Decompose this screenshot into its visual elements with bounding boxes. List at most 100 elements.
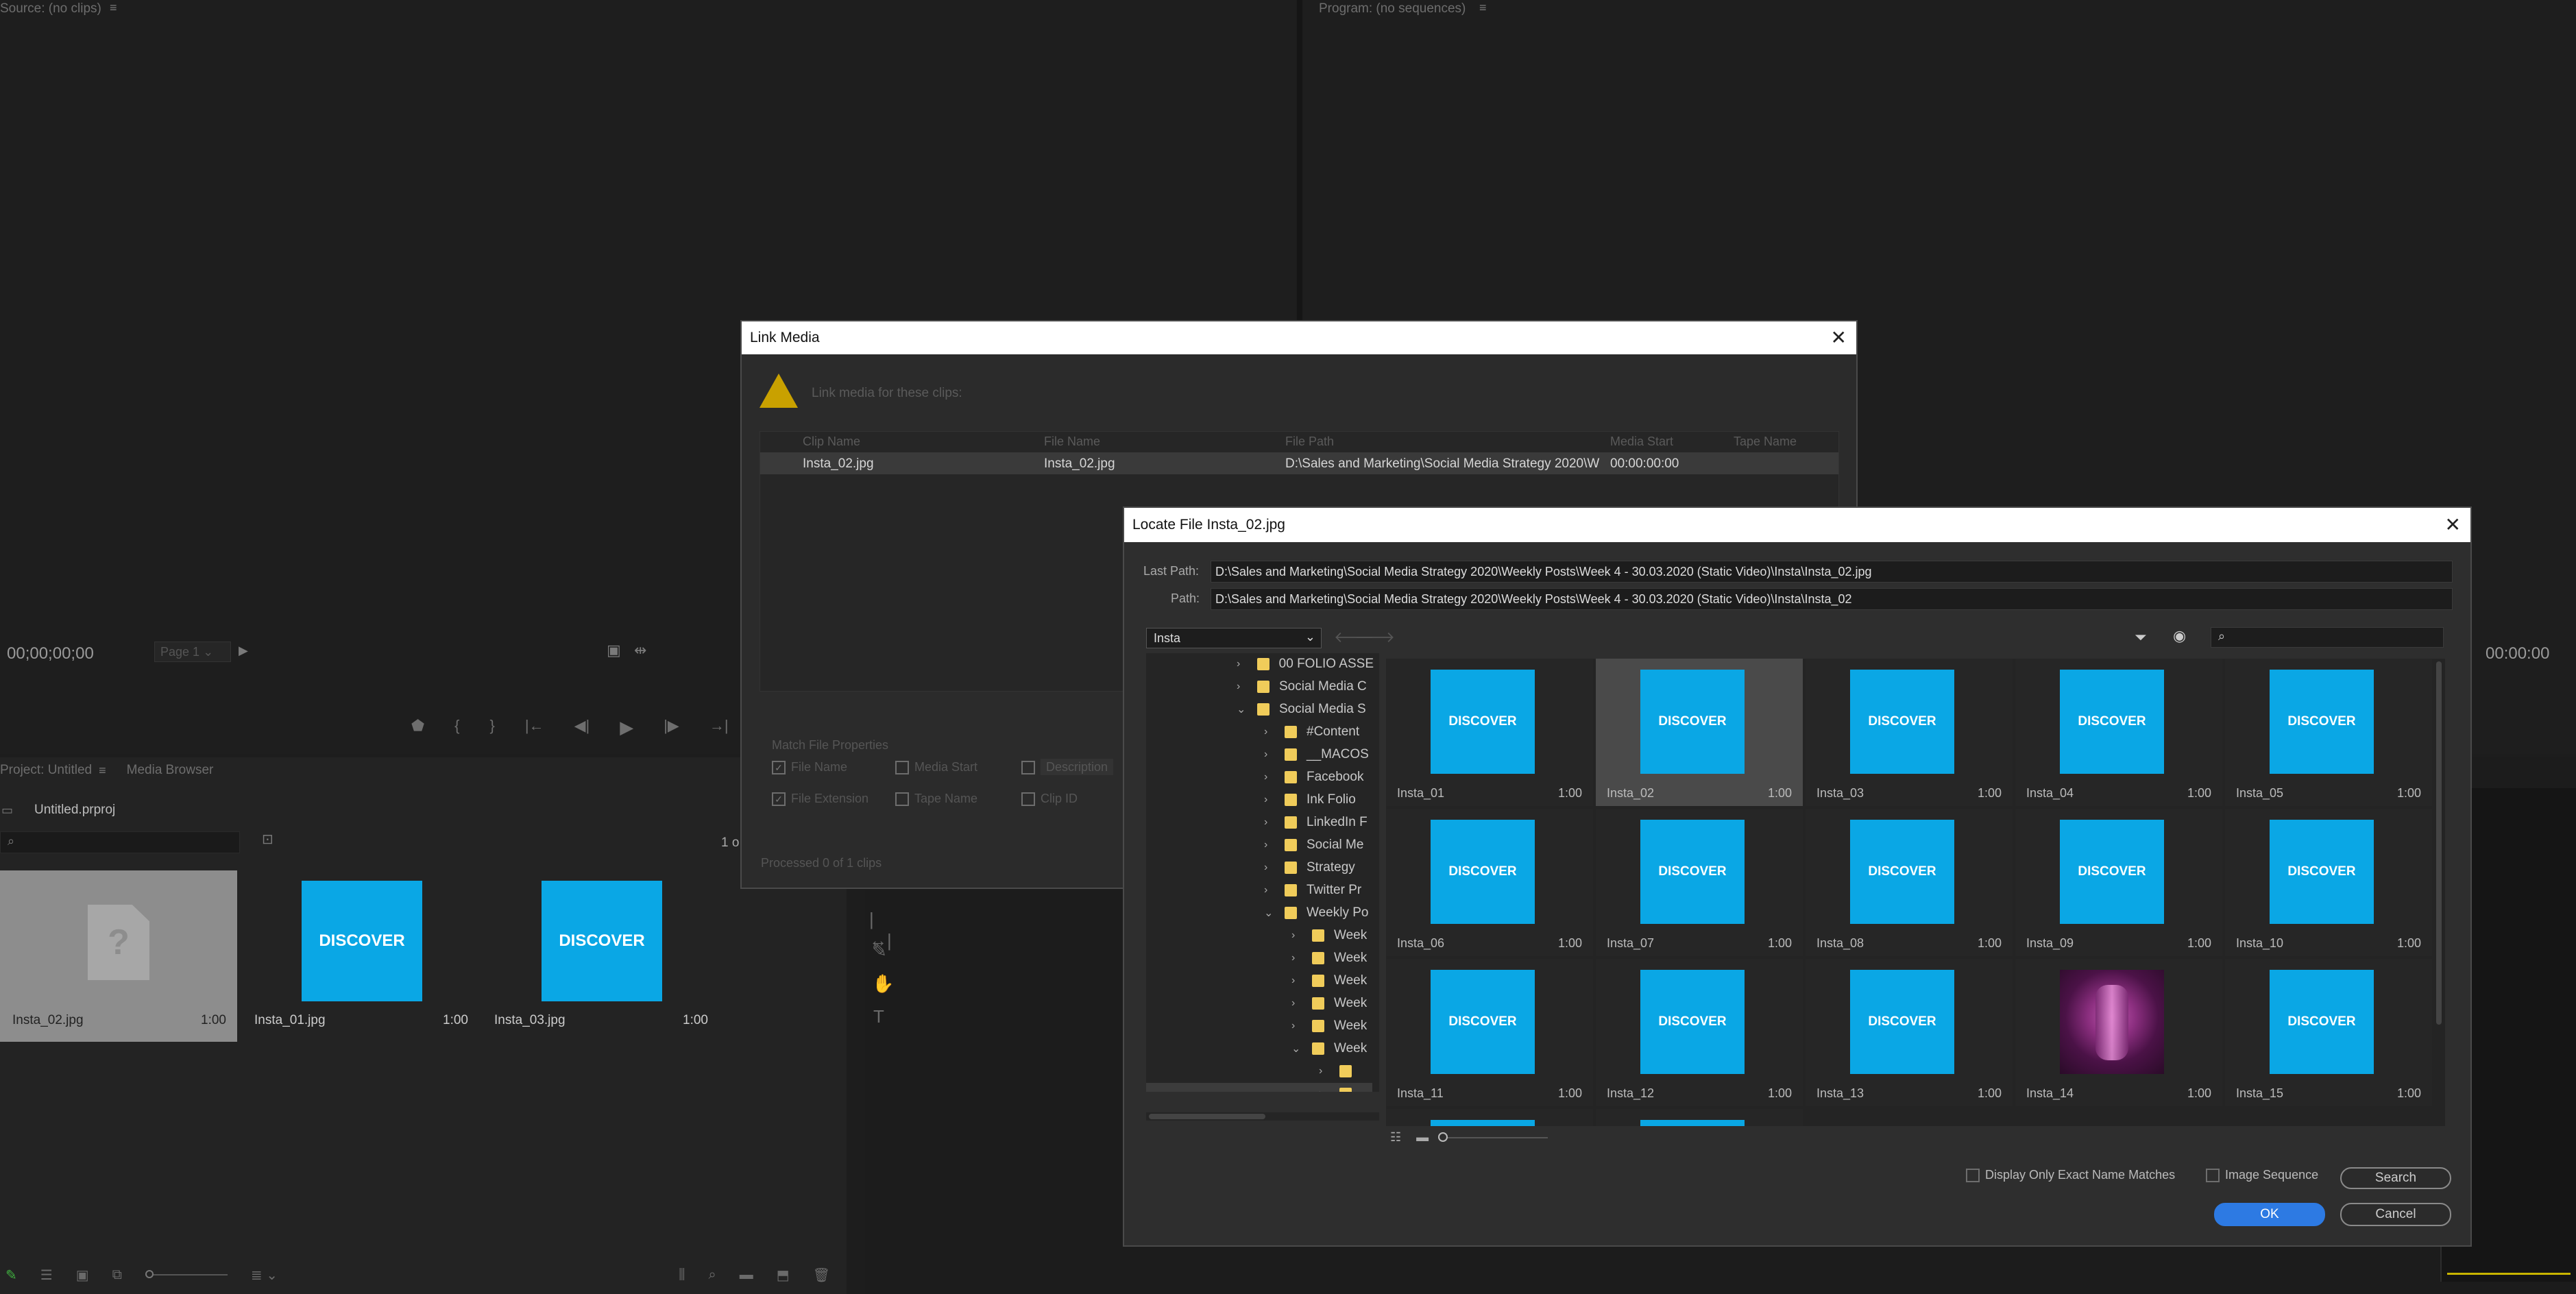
file-thumbnail[interactable]: DISCOVER Insta_04 1:00 — [2015, 659, 2222, 806]
match-clip-id[interactable]: Clip ID — [1021, 792, 1078, 807]
project-item[interactable]: ? Insta_02.jpg 1:00 — [0, 870, 237, 1042]
tree-item[interactable]: › LinkedIn F — [1264, 811, 1374, 833]
last-path-field[interactable]: D:\Sales and Marketing\Social Media Stra… — [1211, 561, 2453, 583]
tree-item[interactable]: › Twitter Pr — [1264, 879, 1374, 901]
file-thumbnail[interactable]: DISCOVER Insta_03 1:00 — [1806, 659, 2013, 806]
list-view-icon[interactable]: ☷ — [1390, 1130, 1401, 1145]
new-bin-from-search-icon[interactable]: ⊡ — [262, 833, 274, 846]
clear-icon[interactable]: 🗑 — [813, 1267, 830, 1284]
project-item[interactable]: DISCOVER Insta_01.jpg 1:00 — [242, 870, 479, 1042]
page-select[interactable]: Page 1 ⌄ — [154, 642, 231, 662]
exact-match-checkbox[interactable]: Display Only Exact Name Matches — [1966, 1168, 2175, 1183]
file-thumbnail[interactable] — [1596, 1109, 1803, 1126]
tree-item[interactable]: › Week — [1291, 947, 1374, 969]
step-forward-icon[interactable]: |▶ — [664, 717, 679, 738]
tree-item[interactable]: › — [1319, 1060, 1374, 1082]
image-sequence-checkbox[interactable]: Image Sequence — [2206, 1168, 2318, 1183]
forward-arrow-icon[interactable]: 🡒 — [1354, 630, 1395, 645]
tree-item[interactable]: ⌄ Week — [1291, 1038, 1374, 1060]
file-thumbnail[interactable]: DISCOVER Insta_10 1:00 — [2225, 809, 2432, 956]
thumbnail-size-slider[interactable] — [1438, 1132, 1548, 1142]
tree-scrollbar[interactable] — [1146, 1112, 1379, 1121]
path-field[interactable]: D:\Sales and Marketing\Social Media Stra… — [1211, 588, 2453, 610]
col-clip-name[interactable]: Clip Name — [803, 435, 860, 449]
tree-item[interactable]: › Ink Folio — [1264, 789, 1374, 811]
tree-item[interactable]: › 00 FOLIO ASSE — [1237, 653, 1374, 675]
mark-in-icon[interactable]: { — [454, 717, 459, 738]
folder-select[interactable]: Insta ⌄ — [1146, 628, 1322, 648]
file-thumbnail[interactable]: DISCOVER Insta_09 1:00 — [2015, 809, 2222, 956]
panel-menu-icon[interactable]: ≡ — [99, 764, 106, 777]
icon-view-icon[interactable]: ▬ — [1416, 1130, 1429, 1145]
col-tape-name[interactable]: Tape Name — [1734, 435, 1797, 449]
col-file-path[interactable]: File Path — [1285, 435, 1334, 449]
type-tool-icon[interactable]: T — [873, 1006, 884, 1027]
hand-tool-icon[interactable]: ✋ — [872, 973, 894, 994]
play-icon[interactable]: ▶ — [620, 717, 633, 738]
tree-item[interactable]: › Social Media C — [1237, 676, 1374, 698]
file-thumbnail[interactable]: DISCOVER Insta_01 1:00 — [1386, 659, 1593, 806]
file-thumbnail[interactable]: DISCOVER Insta_12 1:00 — [1596, 959, 1803, 1106]
project-search-input[interactable]: ⌕ — [0, 831, 240, 853]
file-thumbnail[interactable]: DISCOVER Insta_06 1:00 — [1386, 809, 1593, 956]
col-media-start[interactable]: Media Start — [1610, 435, 1673, 449]
match-media-start[interactable]: Media Start — [895, 760, 977, 775]
insert-icon[interactable]: ⇹ — [634, 643, 646, 658]
ok-button[interactable]: OK — [2214, 1203, 2325, 1226]
mark-out-icon[interactable]: } — [489, 717, 494, 738]
marker-icon[interactable]: ⬟ — [411, 717, 424, 738]
cancel-button[interactable]: Cancel — [2340, 1203, 2451, 1226]
file-thumbnail[interactable]: DISCOVER Insta_08 1:00 — [1806, 809, 2013, 956]
col-file-name[interactable]: File Name — [1044, 435, 1100, 449]
icon-view-icon[interactable]: ▣ — [76, 1267, 89, 1284]
tree-item[interactable]: ⌄ Social Media S — [1237, 698, 1374, 720]
export-frame-icon[interactable]: ▣ — [607, 643, 621, 658]
file-thumbnail[interactable] — [1386, 1109, 1593, 1126]
match-file-name[interactable]: ✓ File Name — [772, 760, 847, 775]
close-icon[interactable]: ✕ — [2445, 515, 2461, 535]
new-bin-icon[interactable]: ▬ — [740, 1267, 753, 1283]
close-icon[interactable]: ✕ — [1831, 328, 1847, 347]
tree-item[interactable]: ⌄ Weekly Po — [1264, 902, 1374, 924]
find-icon[interactable]: ⌕ — [709, 1267, 716, 1283]
match-tape-name[interactable]: Tape Name — [895, 792, 977, 807]
sort-icon[interactable]: ≣ ⌄ — [251, 1267, 278, 1284]
new-item-icon[interactable]: ⬒ — [777, 1267, 790, 1284]
search-button[interactable]: Search — [2340, 1167, 2451, 1189]
list-view-icon[interactable]: ☰ — [40, 1267, 53, 1284]
source-timecode[interactable]: 00;00;00;00 — [7, 644, 94, 663]
file-thumbnail[interactable]: DISCOVER Insta_13 1:00 — [1806, 959, 2013, 1106]
match-description[interactable]: Description — [1021, 759, 1114, 775]
automate-icon[interactable]: ⫼ — [679, 1267, 685, 1283]
tab-project[interactable]: Project: Untitled — [0, 763, 92, 778]
file-thumbnail[interactable]: Insta_14 1:00 — [2015, 959, 2222, 1106]
tree-item[interactable]: › __MACOS — [1264, 744, 1374, 766]
search-field[interactable]: ⌕ — [2211, 627, 2444, 648]
program-timecode[interactable]: 00:00:00 — [2486, 644, 2549, 663]
go-to-in-icon[interactable]: |← — [525, 717, 544, 738]
file-thumbnail-selected[interactable]: DISCOVER Insta_02 1:00 — [1596, 659, 1803, 806]
tree-item[interactable]: › Week — [1291, 992, 1374, 1014]
zoom-slider[interactable] — [145, 1270, 228, 1278]
file-thumbnail[interactable]: DISCOVER Insta_05 1:00 — [2225, 659, 2432, 806]
panel-menu-icon[interactable]: ≡ — [1479, 1, 1487, 14]
pen-tool-icon[interactable]: ✎ — [872, 940, 887, 962]
file-thumbnail[interactable]: DISCOVER Insta_11 1:00 — [1386, 959, 1593, 1106]
match-file-extension[interactable]: ✓ File Extension — [772, 792, 868, 807]
tree-item[interactable]: › Week — [1291, 925, 1374, 947]
freeform-view-icon[interactable]: ⧉ — [112, 1267, 122, 1283]
grid-scrollbar[interactable] — [2433, 659, 2444, 1126]
file-thumbnail[interactable]: DISCOVER Insta_07 1:00 — [1596, 809, 1803, 956]
tab-media-browser[interactable]: Media Browser — [127, 763, 214, 778]
tree-item-selected[interactable]: › — [1146, 1083, 1372, 1092]
table-row[interactable]: Insta_02.jpg Insta_02.jpg D:\Sales and M… — [760, 452, 1838, 474]
step-back-icon[interactable]: ◀| — [574, 717, 590, 738]
tree-item[interactable]: › Facebook — [1264, 766, 1374, 788]
project-item[interactable]: DISCOVER Insta_03.jpg 1:00 — [482, 870, 719, 1042]
tree-item[interactable]: › #Content — [1264, 721, 1374, 743]
tree-item[interactable]: › Social Me — [1264, 834, 1374, 856]
tree-item[interactable]: › Strategy — [1264, 857, 1374, 879]
tree-item[interactable]: › Week — [1291, 970, 1374, 992]
tree-item[interactable]: › Week — [1291, 1015, 1374, 1037]
go-to-out-icon[interactable]: →| — [709, 717, 729, 738]
